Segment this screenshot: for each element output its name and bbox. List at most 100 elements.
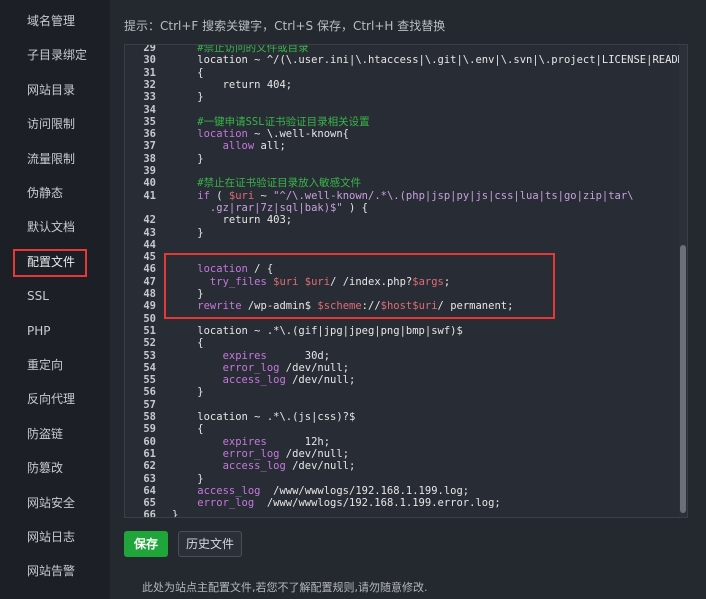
code-text: } (172, 509, 178, 517)
line-number: 50 (143, 312, 156, 325)
code-text: error_log /dev/null; (172, 362, 349, 374)
code-line: 41 if ( $uri ~ "^/\.well-known/.*\.(php|… (125, 190, 665, 202)
sidebar-item[interactable]: 网站安全 (0, 486, 110, 520)
sidebar-item[interactable]: 反向代理 (0, 382, 110, 416)
code-text: expires 12h; (172, 436, 330, 448)
code-text: { (172, 337, 203, 349)
code-line: 40 #禁止在证书验证目录放入敏感文件 (125, 177, 665, 189)
line-number: 60 (143, 435, 156, 448)
sidebar-item[interactable]: 防篡改 (0, 451, 110, 485)
code-token: #禁止在证书验证目录放入敏感文件 (172, 177, 362, 190)
code-token: 404 (266, 78, 286, 91)
sidebar-item-label: 网站安全 (27, 495, 76, 510)
code-line: 53 expires 30d; (125, 350, 665, 362)
line-number: 54 (143, 361, 156, 374)
line-number: 52 (143, 337, 156, 350)
line-number: 33 (143, 91, 156, 104)
line-number: 63 (143, 472, 156, 485)
code-token: if (172, 189, 210, 202)
code-token: ) { (342, 201, 368, 214)
sidebar-item[interactable]: 默认文档 (0, 210, 110, 244)
sidebar-item[interactable]: 网站日志 (0, 520, 110, 554)
sidebar-item-label: 网站日志 (27, 530, 76, 544)
line-number: 48 (143, 288, 156, 300)
code-token: $uri (228, 189, 255, 202)
code-line: 32 return 404; (125, 79, 665, 91)
sidebar-item[interactable]: 伪静态 (0, 176, 110, 210)
code-text: { (172, 66, 204, 79)
code-editor[interactable]: 29 #禁止访问的文件或目录 30 location ~ ^/(\.user.in… (124, 44, 688, 518)
config-warning-note: 此处为站点主配置文件,若您不了解配置规则,请勿随意修改. (142, 581, 428, 594)
code-token: /dev/null; (292, 460, 356, 473)
code-token: .gz|rar|7z|sql|bak)$" (172, 201, 343, 214)
line-number: 41 (143, 189, 156, 202)
code-line: 38 } (125, 153, 665, 165)
line-number: 62 (143, 460, 156, 473)
sidebar-item-label: PHP (27, 323, 51, 338)
code-token: ( (209, 189, 229, 202)
code-line: 62 access_log /dev/null; (125, 460, 665, 472)
sidebar-item[interactable]: PHP (0, 314, 110, 348)
code-text: if ( $uri ~ "^/\.well-known/.*\.(php|jsp… (172, 189, 633, 202)
sidebar-item[interactable]: 域名管理 (0, 4, 110, 38)
code-line: 66} (125, 509, 665, 518)
code-line: 31 { (125, 67, 665, 79)
sidebar-item-label: SSL (27, 289, 49, 304)
code-line: 54 error_log /dev/null; (125, 362, 665, 374)
code-token: location (172, 411, 248, 423)
history-file-button[interactable]: 历史文件 (178, 531, 242, 557)
code-token: error_log (172, 361, 286, 374)
code-token: .*\.(gif|jpg|jpeg|png|bmp|swf)$ (266, 324, 463, 337)
code-token: /www/wwwlogs/192.168.1.199.error.log; (260, 497, 501, 510)
sidebar-item[interactable]: 网站告警 (0, 554, 110, 588)
sidebar-item[interactable]: 网站目录 (0, 73, 110, 107)
editor-scrollbar[interactable] (679, 45, 687, 517)
code-text: access_log /www/wwwlogs/192.168.1.199.lo… (172, 485, 469, 497)
code-text: error_log /dev/null; (172, 448, 349, 460)
settings-sidebar: 域名管理子目录绑定网站目录访问限制 流量限制伪静态默认文档 配置文件 SSL PHP 重定… (0, 0, 110, 599)
code-token: { (172, 66, 204, 79)
sidebar-item[interactable]: SSL (0, 279, 110, 313)
line-number: 43 (143, 226, 156, 239)
sidebar-item-label: 子目录绑定 (27, 48, 88, 63)
highlight-box (164, 253, 555, 319)
save-button[interactable]: 保存 (124, 531, 168, 557)
code-token: allow (172, 140, 261, 153)
code-token: return (172, 214, 267, 227)
scrollbar-thumb[interactable] (680, 245, 686, 513)
code-token: } (172, 152, 204, 165)
code-token: ~ (254, 189, 274, 202)
code-token: location (172, 54, 248, 67)
code-token: 12h; (266, 435, 331, 448)
code-line: 39 (125, 165, 665, 177)
sidebar-item[interactable]: 配置文件 (0, 245, 110, 279)
code-line: 33 } (125, 91, 665, 103)
code-text: } (172, 386, 204, 399)
line-number: 36 (143, 128, 156, 141)
code-text: location ~ .*\.(js|css)?$ (172, 411, 355, 423)
code-token: ; (285, 78, 293, 91)
sidebar-item-label: 网站目录 (27, 82, 76, 97)
line-number: 66 (143, 509, 156, 518)
line-number: 49 (143, 300, 156, 313)
code-text: location ~ .*\.(gif|jpg|jpeg|png|bmp|swf… (172, 325, 463, 337)
code-token: } (172, 386, 204, 399)
sidebar-item[interactable]: 访问限制 (0, 107, 110, 141)
code-line: 64 access_log /www/wwwlogs/192.168.1.199… (125, 485, 665, 497)
code-token: .*\.(js|css)?$ (266, 411, 356, 423)
sidebar-item[interactable]: 重定向 (0, 348, 110, 382)
code-line: 44 (125, 239, 665, 251)
code-token: 30d; (266, 349, 331, 362)
sidebar-item-label: 伪静态 (27, 186, 64, 200)
sidebar-item[interactable]: 流量限制 (0, 142, 110, 176)
sidebar-item[interactable]: 子目录绑定 (0, 38, 110, 72)
code-token: { (172, 423, 204, 436)
code-token: error_log (172, 447, 286, 460)
sidebar-item[interactable]: 防盗链 (0, 417, 110, 451)
line-number: 47 (143, 275, 156, 288)
line-number: 55 (143, 374, 156, 387)
code-token: \.well-known{ (266, 128, 350, 141)
code-line: 61 error_log /dev/null; (125, 448, 665, 460)
code-token: /dev/null; (285, 361, 350, 374)
line-number: 30 (143, 54, 156, 67)
